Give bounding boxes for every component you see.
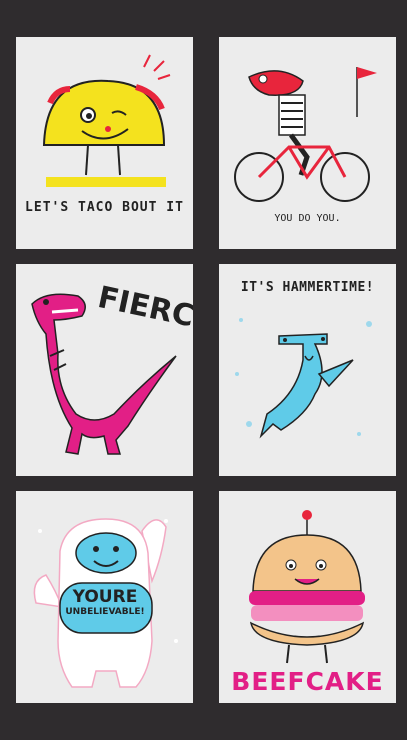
taco-illustration [42, 54, 171, 187]
fish-caption: YOU DO YOU. [274, 213, 341, 224]
yeti-caption-line1: YOURE [72, 587, 138, 607]
panel-shark: IT'S HAMMERTIME! [219, 264, 396, 476]
shark-illustration [235, 318, 372, 439]
panel-burger: BEEFCAKE [219, 491, 396, 703]
panel-fish-bike: YOU DO YOU. [219, 37, 396, 249]
taco-caption: LET'S TACO BOUT IT [25, 200, 184, 215]
shark-caption: IT'S HAMMERTIME! [240, 280, 375, 295]
panel-taco: LET'S TACO BOUT IT [16, 37, 193, 249]
panel-dino: FIERCE! [16, 264, 193, 476]
yeti-caption: YOURE UNBELIEVABLE! [60, 589, 150, 617]
panel-yeti: YOURE UNBELIEVABLE! [16, 491, 193, 703]
yeti-caption-line2: UNBELIEVABLE! [65, 607, 145, 617]
burger-caption: BEEFCAKE [231, 667, 384, 696]
